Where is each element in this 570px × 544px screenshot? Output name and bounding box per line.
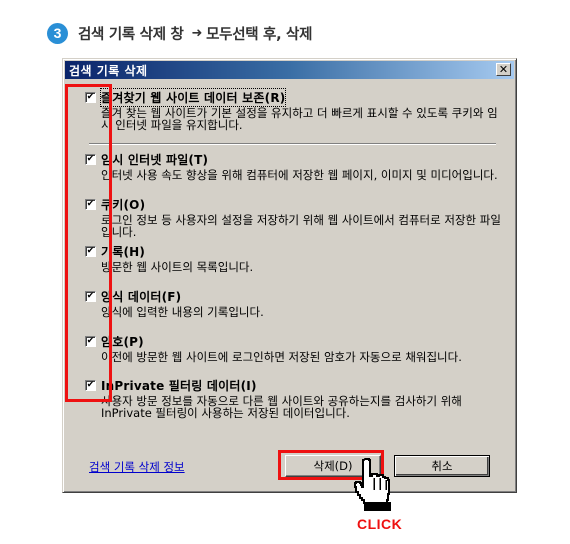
option-description: 즐겨 찾는 웹 사이트가 기본 설정을 유지하고 더 빠르게 표시할 수 있도록… bbox=[101, 106, 498, 132]
step-header: 3 검색 기록 삭제 창 ➜ 모두선택 후, 삭제 bbox=[47, 21, 312, 45]
option-form-data[interactable]: ✔ 양식 데이터(F) 양식에 입력한 내용의 기록입니다. bbox=[85, 288, 505, 318]
step-action: 모두선택 후, 삭제 bbox=[206, 26, 313, 43]
arrow-right-icon: ➜ bbox=[191, 25, 203, 41]
option-preserve-favorites[interactable]: ✔ 즐겨찾기 웹 사이트 데이터 보존(R) 즐겨 찾는 웹 사이트가 기본 설… bbox=[85, 88, 505, 132]
option-description: 사용자 방문 정보를 자동으로 다른 웹 사이트와 공유하는지를 검사하기 위해… bbox=[101, 394, 462, 420]
option-cookies[interactable]: ✔ 쿠키(O) 로그인 정보 등 사용자의 설정을 저장하기 위해 웹 사이트에… bbox=[85, 196, 505, 238]
step-number-badge: 3 bbox=[47, 22, 68, 44]
option-description: 이전에 방문한 웹 사이트에 로그인하면 저장된 암호가 자동으로 채워집니다. bbox=[101, 350, 462, 364]
dialog-titlebar: 검색 기록 삭제 ✕ bbox=[65, 61, 514, 79]
option-label[interactable]: 즐겨찾기 웹 사이트 데이터 보존(R) bbox=[99, 88, 287, 107]
option-passwords[interactable]: ✔ 암호(P) 이전에 방문한 웹 사이트에 로그인하면 저장된 암호가 자동으… bbox=[85, 333, 505, 363]
option-inprivate-filtering[interactable]: ✔ InPrivate 필터링 데이터(I) 사용자 방문 정보를 자동으로 다… bbox=[85, 377, 505, 419]
option-temporary-files[interactable]: ✔ 임시 인터넷 파일(T) 인터넷 사용 속도 향상을 위해 컴퓨터에 저장한… bbox=[85, 151, 505, 181]
option-description: 양식에 입력한 내용의 기록입니다. bbox=[101, 305, 264, 319]
option-label[interactable]: 양식 데이터(F) bbox=[101, 288, 181, 305]
option-description: 인터넷 사용 속도 향상을 위해 컴퓨터에 저장한 웹 페이지, 이미지 및 미… bbox=[101, 168, 498, 182]
option-description: 방문한 웹 사이트의 목록입니다. bbox=[101, 260, 254, 274]
hand-pointer-icon bbox=[354, 458, 391, 511]
delete-browsing-history-dialog: 검색 기록 삭제 ✕ ✔ 즐겨찾기 웹 사이트 데이터 보존(R) 즐겨 찾는 … bbox=[62, 58, 517, 493]
step-instruction: 검색 기록 삭제 창 ➜ 모두선택 후, 삭제 bbox=[78, 23, 312, 44]
close-icon: ✕ bbox=[498, 63, 509, 76]
cancel-button[interactable]: 취소 bbox=[394, 455, 490, 477]
option-label[interactable]: 임시 인터넷 파일(T) bbox=[101, 151, 208, 168]
close-button[interactable]: ✕ bbox=[496, 63, 511, 76]
step-text: 검색 기록 삭제 창 bbox=[78, 26, 184, 43]
click-annotation: CLICK bbox=[357, 516, 403, 532]
option-description: 로그인 정보 등 사용자의 설정을 저장하기 위해 웹 사이트에서 컴퓨터로 저… bbox=[101, 213, 501, 239]
option-label[interactable]: InPrivate 필터링 데이터(I) bbox=[101, 377, 257, 394]
dialog-title: 검색 기록 삭제 bbox=[69, 63, 148, 78]
option-history[interactable]: ✔ 기록(H) 방문한 웹 사이트의 목록입니다. bbox=[85, 243, 505, 273]
separator bbox=[89, 143, 496, 145]
checkbox-highlight-box bbox=[65, 84, 112, 402]
about-deleting-history-link[interactable]: 검색 기록 삭제 정보 bbox=[89, 459, 185, 475]
